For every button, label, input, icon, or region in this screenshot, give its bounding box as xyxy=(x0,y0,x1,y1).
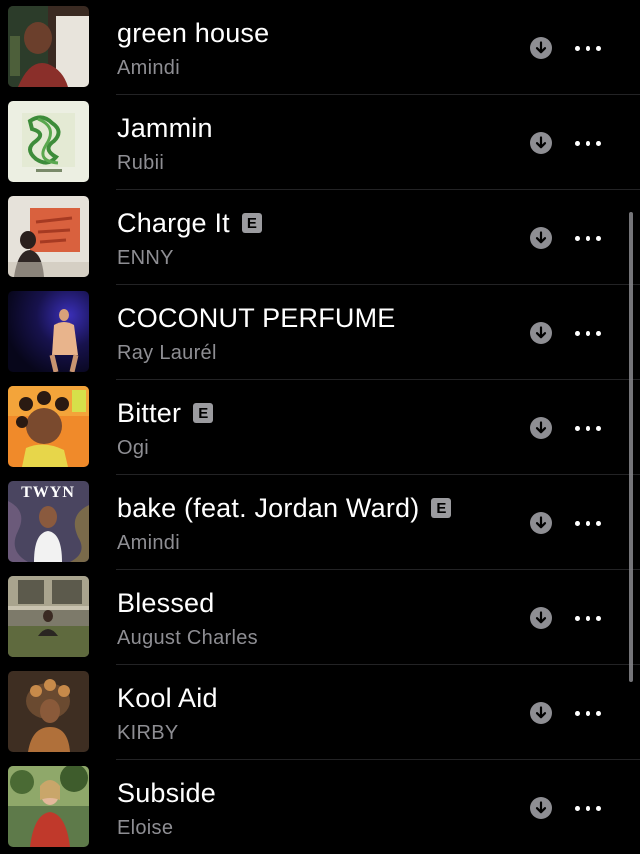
row-divider xyxy=(116,474,640,475)
download-arrow-icon[interactable] xyxy=(530,37,552,59)
song-row[interactable]: Charge It E ENNY xyxy=(0,189,640,284)
row-divider xyxy=(116,379,640,380)
song-artist: KIRBY xyxy=(117,722,179,744)
download-arrow-icon[interactable] xyxy=(530,132,552,154)
album-art-subside xyxy=(8,766,89,847)
song-artist: Eloise xyxy=(117,817,174,839)
song-row[interactable]: TWYN bake (feat. Jordan Ward) E Amindi xyxy=(0,474,640,569)
song-row[interactable]: Jammin Rubii xyxy=(0,94,640,189)
song-title: COCONUT PERFUME xyxy=(117,302,396,333)
song-title: Blessed xyxy=(117,587,215,618)
row-divider xyxy=(116,284,640,285)
song-artist: Ray Laurél xyxy=(117,342,217,364)
song-row[interactable]: Subside Eloise xyxy=(0,759,640,854)
song-title: Jammin xyxy=(117,112,213,143)
song-row[interactable]: green house Amindi xyxy=(0,0,640,94)
explicit-badge: E xyxy=(193,403,214,423)
song-artist: August Charles xyxy=(117,627,258,649)
song-row[interactable]: Bitter E Ogi xyxy=(0,379,640,474)
album-art-charge-it xyxy=(8,196,89,277)
explicit-badge: E xyxy=(241,213,262,233)
album-art-coconut-perfume xyxy=(8,291,89,372)
more-options-icon[interactable] xyxy=(572,702,604,724)
more-options-icon[interactable] xyxy=(572,512,604,534)
album-art-green-house xyxy=(8,6,89,87)
more-options-icon[interactable] xyxy=(572,322,604,344)
download-arrow-icon[interactable] xyxy=(530,512,552,534)
song-title: Charge It xyxy=(117,207,230,238)
song-artist: Rubii xyxy=(117,152,165,174)
song-title: Bitter xyxy=(117,397,182,428)
album-art-kool-aid xyxy=(8,671,89,752)
cover-text-twyn: TWYN xyxy=(21,484,75,501)
download-arrow-icon[interactable] xyxy=(530,607,552,629)
more-options-icon[interactable] xyxy=(572,37,604,59)
song-title: Kool Aid xyxy=(117,682,218,713)
album-art-bake: TWYN xyxy=(8,481,89,562)
row-divider xyxy=(116,664,640,665)
song-list: green house Amindi Jammin Rubii Charge I… xyxy=(0,0,640,854)
song-title: bake (feat. Jordan Ward) xyxy=(117,492,420,523)
song-artist: Amindi xyxy=(117,57,180,79)
row-divider xyxy=(116,759,640,760)
song-artist: Ogi xyxy=(117,437,150,459)
row-divider xyxy=(116,569,640,570)
song-row[interactable]: COCONUT PERFUME Ray Laurél xyxy=(0,284,640,379)
more-options-icon[interactable] xyxy=(572,607,604,629)
song-artist: Amindi xyxy=(117,532,180,554)
album-art-bitter xyxy=(8,386,89,467)
song-title: green house xyxy=(117,17,270,48)
song-title: Subside xyxy=(117,777,216,808)
scrollbar[interactable] xyxy=(629,212,633,682)
download-arrow-icon[interactable] xyxy=(530,322,552,344)
row-divider xyxy=(116,189,640,190)
album-art-jammin xyxy=(8,101,89,182)
song-row[interactable]: Kool Aid KIRBY xyxy=(0,664,640,759)
song-artist: ENNY xyxy=(117,247,174,269)
more-options-icon[interactable] xyxy=(572,417,604,439)
download-arrow-icon[interactable] xyxy=(530,797,552,819)
download-arrow-icon[interactable] xyxy=(530,702,552,724)
song-row[interactable]: Blessed August Charles xyxy=(0,569,640,664)
more-options-icon[interactable] xyxy=(572,132,604,154)
download-arrow-icon[interactable] xyxy=(530,417,552,439)
album-art-blessed xyxy=(8,576,89,657)
row-divider xyxy=(116,94,640,95)
download-arrow-icon[interactable] xyxy=(530,227,552,249)
more-options-icon[interactable] xyxy=(572,227,604,249)
more-options-icon[interactable] xyxy=(572,797,604,819)
explicit-badge: E xyxy=(431,498,452,518)
